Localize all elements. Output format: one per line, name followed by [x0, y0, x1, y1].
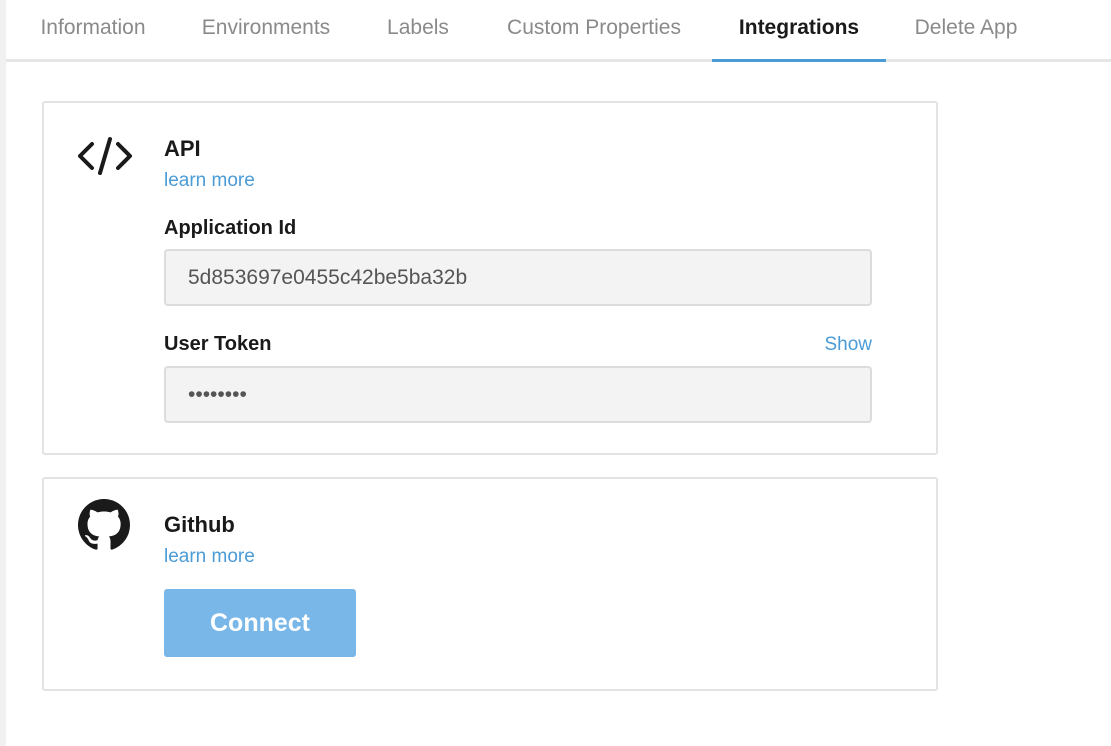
github-integration-card: Github learn more Connect: [42, 477, 938, 691]
github-icon: [78, 499, 134, 555]
tab-labels[interactable]: Labels: [378, 0, 458, 62]
user-token-field[interactable]: [164, 366, 872, 423]
code-icon: [76, 131, 136, 181]
github-title: Github: [164, 512, 235, 537]
tab-information[interactable]: Information: [28, 0, 158, 62]
tab-environments[interactable]: Environments: [196, 0, 336, 62]
tab-custom-properties[interactable]: Custom Properties: [494, 0, 694, 62]
api-integration-card: API learn more Application Id User Token…: [42, 101, 938, 455]
settings-tabs: Information Environments Labels Custom P…: [6, 0, 1111, 62]
api-title: API: [164, 136, 201, 161]
integrations-page: Information Environments Labels Custom P…: [0, 0, 1111, 746]
github-learn-more-link[interactable]: learn more: [164, 546, 255, 568]
tab-delete-app[interactable]: Delete App: [906, 0, 1026, 62]
tab-integrations[interactable]: Integrations: [712, 0, 886, 62]
show-token-link[interactable]: Show: [824, 334, 872, 356]
connect-github-button[interactable]: Connect: [164, 589, 356, 657]
api-learn-more-link[interactable]: learn more: [164, 170, 255, 192]
application-id-field[interactable]: [164, 249, 872, 306]
user-token-label: User Token: [164, 333, 272, 355]
application-id-label: Application Id: [164, 217, 297, 239]
